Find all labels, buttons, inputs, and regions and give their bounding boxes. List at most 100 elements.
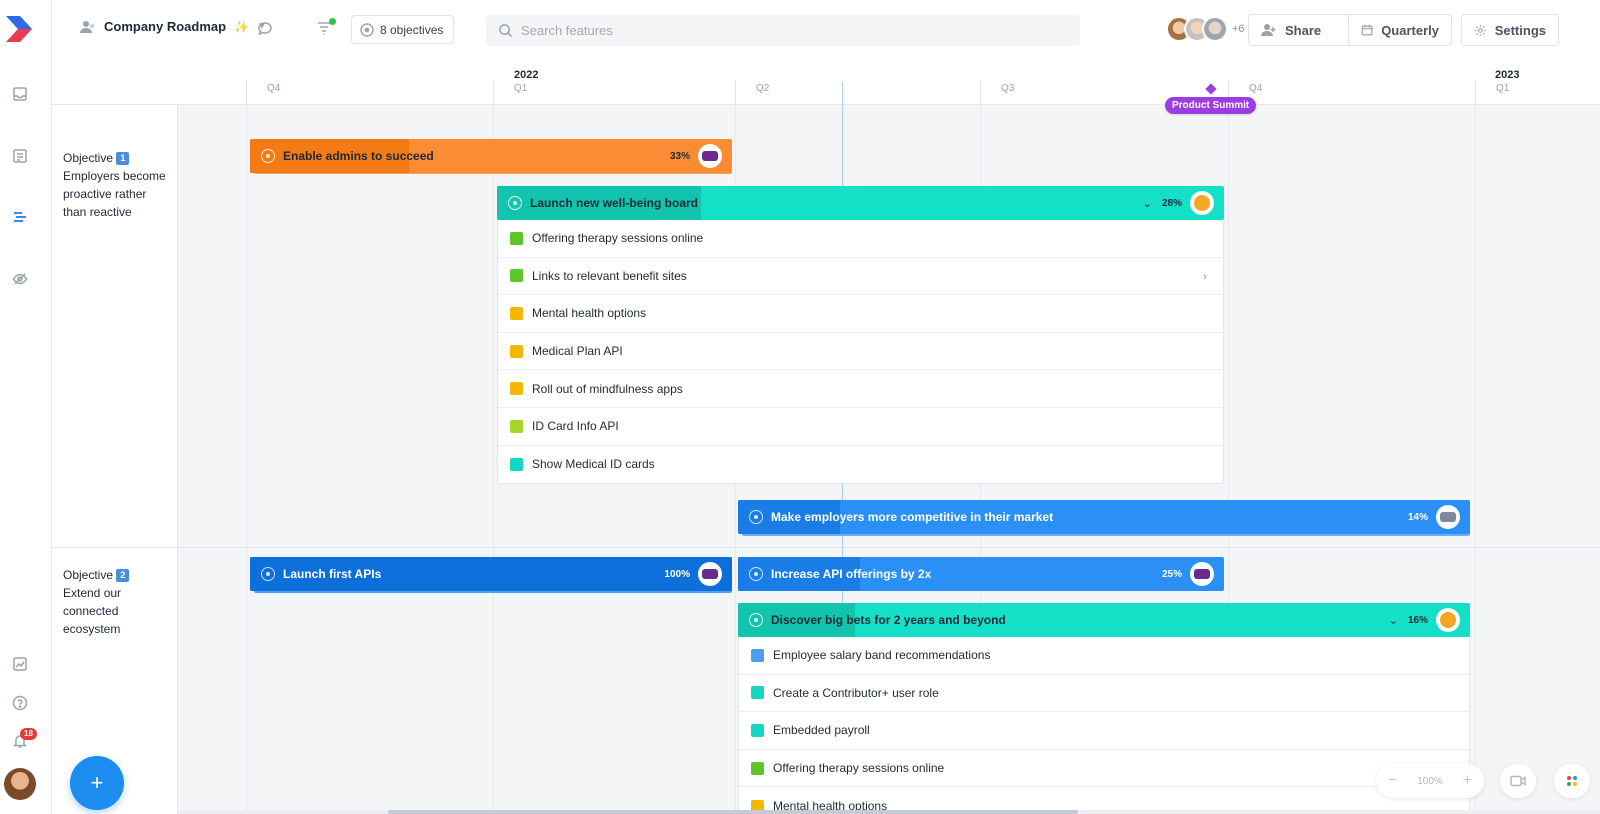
feature-list-item[interactable]: Create a Contributor+ user role — [739, 675, 1469, 713]
owner-avatar[interactable] — [1436, 608, 1460, 632]
feature-name: Mental health options — [532, 306, 647, 321]
feature-status-swatch — [510, 344, 523, 358]
search-bar[interactable] — [486, 15, 1080, 46]
feature-name: Show Medical ID cards — [532, 457, 655, 472]
quarter-divider — [1475, 80, 1476, 104]
inbox-icon[interactable] — [10, 84, 30, 104]
quarter-label: Q2 — [756, 83, 770, 94]
collapse-chevron-icon[interactable]: ⌄ — [1389, 614, 1398, 627]
year-label: 2023 — [1495, 69, 1520, 81]
comment-icon[interactable] — [257, 21, 273, 37]
owner-avatar[interactable] — [698, 562, 722, 586]
initiative-bar-enable-admins[interactable]: Enable admins to succeed 33% — [250, 139, 732, 173]
search-icon — [499, 24, 513, 38]
feature-list-item[interactable]: Mental health options — [498, 295, 1223, 333]
help-icon[interactable] — [10, 693, 30, 713]
feature-list-item[interactable]: Roll out of mindfulness apps — [498, 370, 1223, 408]
more-collaborators-count[interactable]: +6 — [1232, 23, 1245, 35]
initiative-bar-wellbeing-board[interactable]: Launch new well-being board ⌄ 28% — [497, 186, 1224, 220]
milestone-label[interactable]: Product Summit — [1165, 97, 1257, 114]
collaborators[interactable]: +6 — [1166, 16, 1245, 42]
objectives-count: 8 objectives — [380, 22, 444, 37]
features-list-icon[interactable] — [10, 146, 30, 166]
feature-status-swatch — [751, 723, 764, 737]
video-button[interactable] — [1500, 764, 1536, 798]
zoom-in-button[interactable]: + — [1463, 772, 1472, 790]
scrollbar-thumb[interactable] — [388, 810, 1078, 814]
feature-list-item[interactable]: ID Card Info API — [498, 408, 1223, 446]
owner-avatar[interactable] — [698, 144, 722, 168]
feature-status-swatch — [510, 269, 523, 283]
feature-list-item[interactable]: Offering therapy sessions online — [498, 220, 1223, 258]
objective-word: Objective — [63, 151, 114, 165]
notifications-count-badge: 18 — [20, 728, 37, 740]
insights-icon[interactable] — [10, 654, 30, 674]
quarter-divider — [493, 80, 494, 104]
chevron-right-icon[interactable]: › — [1203, 269, 1207, 283]
feature-name: Create a Contributor+ user role — [773, 685, 939, 700]
feature-list-item[interactable]: Links to relevant benefit sites › — [498, 258, 1223, 296]
collapse-chevron-icon[interactable]: ⌄ — [1143, 197, 1152, 210]
owner-avatar[interactable] — [1436, 505, 1460, 529]
feature-status-swatch — [510, 306, 523, 320]
gear-icon — [1474, 24, 1486, 36]
feature-list-wellbeing: Offering therapy sessions online Links to… — [497, 220, 1224, 485]
initiative-progress-percent: 33% — [669, 150, 690, 162]
objectives-filter-button[interactable]: 8 objectives — [351, 15, 455, 44]
feature-list-item[interactable]: Medical Plan API — [498, 333, 1223, 371]
zoom-control: − 100% + — [1376, 764, 1484, 798]
owner-avatar[interactable] — [1190, 562, 1214, 586]
feature-name: Offering therapy sessions online — [773, 761, 945, 776]
user-avatar[interactable] — [4, 768, 36, 800]
feature-list-item[interactable]: Offering therapy sessions online — [739, 750, 1469, 788]
settings-button[interactable]: Settings — [1461, 14, 1559, 46]
share-label: Share — [1285, 22, 1322, 38]
initiative-target-icon — [261, 149, 275, 163]
feature-name: Offering therapy sessions online — [532, 231, 704, 246]
owner-avatar[interactable] — [1190, 191, 1214, 215]
feature-name: Medical Plan API — [532, 344, 623, 359]
hidden-view-icon[interactable] — [10, 269, 30, 289]
objective-number-badge: 2 — [116, 569, 130, 582]
quarter-label: Q4 — [267, 83, 281, 94]
feature-name: Links to relevant benefit sites — [532, 268, 687, 283]
initiative-target-icon — [749, 567, 763, 581]
feature-name: Roll out of mindfulness apps — [532, 381, 683, 396]
board-emoji: ✨ — [234, 19, 250, 34]
quarter-label: Q3 — [1001, 83, 1015, 94]
initiative-bar-competitive[interactable]: Make employers more competitive in their… — [738, 500, 1470, 534]
zoom-level: 100% — [1417, 775, 1443, 787]
search-input[interactable] — [521, 23, 1041, 38]
board-selector[interactable]: Company Roadmap ✨ ▼ — [80, 19, 267, 34]
objective-target-icon — [360, 22, 374, 37]
initiative-bar-api-offerings[interactable]: Increase API offerings by 2x 25% — [738, 557, 1224, 591]
feature-list-item[interactable]: Employee salary band recommendations — [739, 637, 1469, 675]
feature-list-item[interactable]: Embedded payroll — [739, 712, 1469, 750]
quarterly-view-button[interactable]: Quarterly — [1348, 14, 1452, 46]
initiative-bar-big-bets[interactable]: Discover big bets for 2 years and beyond… — [738, 603, 1470, 637]
add-button[interactable]: + — [70, 756, 124, 810]
collaborator-avatar[interactable] — [1202, 16, 1228, 42]
feature-status-swatch — [510, 231, 523, 245]
quarter-divider — [246, 80, 247, 104]
initiative-progress-percent: 16% — [1407, 614, 1428, 626]
initiative-target-icon — [749, 613, 763, 627]
feature-name: Embedded payroll — [773, 723, 870, 738]
horizontal-scrollbar[interactable] — [178, 810, 1600, 814]
initiative-title: Launch new well-being board — [530, 196, 699, 210]
objective-lane-label[interactable]: Objective 1 Employers become proactive r… — [63, 149, 173, 221]
initiative-title: Discover big bets for 2 years and beyond — [771, 613, 1006, 627]
feature-list-item[interactable]: Show Medical ID cards — [498, 446, 1223, 484]
initiative-target-icon — [261, 567, 275, 581]
objective-word: Objective — [63, 568, 114, 582]
feature-status-swatch — [751, 761, 764, 775]
roadmap-icon[interactable] — [10, 207, 30, 227]
timeline-header — [52, 60, 1600, 105]
lane-separator — [52, 547, 1600, 548]
zoom-out-button[interactable]: − — [1388, 772, 1397, 790]
app-logo-icon[interactable] — [4, 14, 40, 44]
initiative-bar-first-apis[interactable]: Launch first APIs 100% — [250, 557, 732, 591]
feature-status-swatch — [751, 686, 764, 700]
apps-button[interactable] — [1554, 764, 1590, 798]
objective-lane-label[interactable]: Objective 2 Extend our connected ecosyst… — [63, 566, 173, 638]
